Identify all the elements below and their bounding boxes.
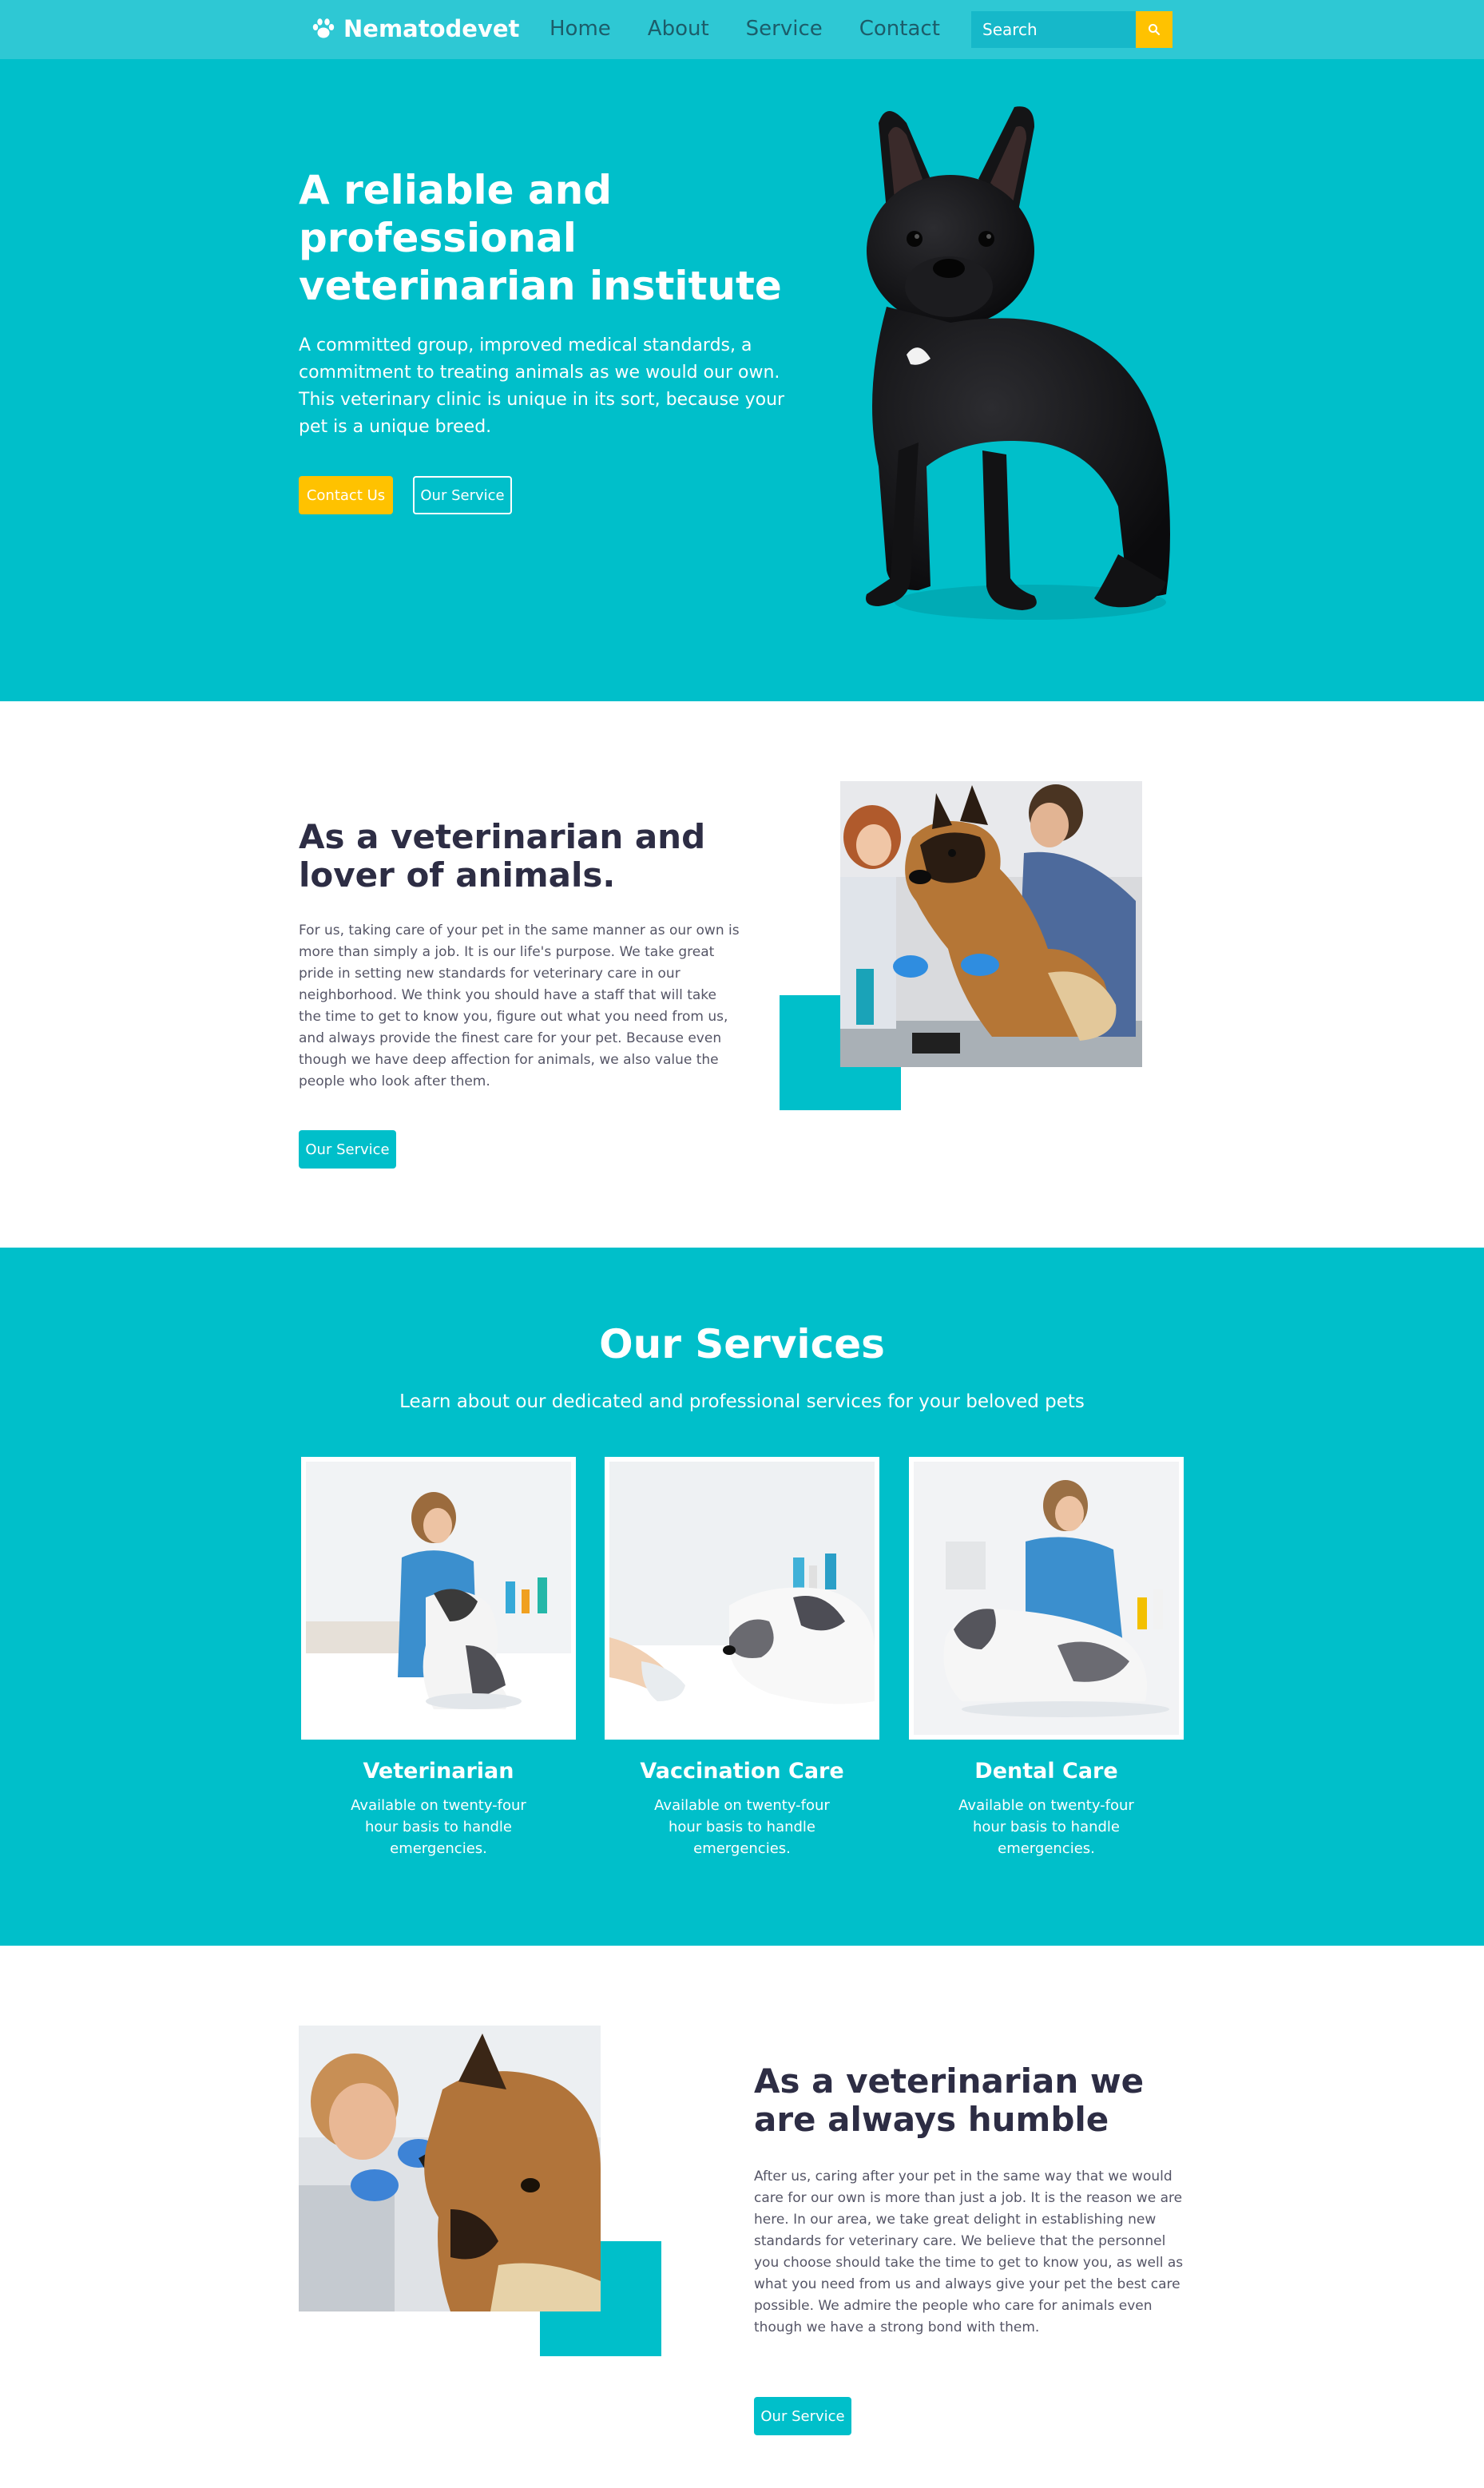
search-bar xyxy=(971,11,1173,48)
search-button[interactable] xyxy=(1136,11,1173,48)
hero-title: A reliable and professional veterinarian… xyxy=(299,167,782,309)
service-card-text: Available on twenty-four hour basis to h… xyxy=(958,1797,1134,1857)
about-description: For us, taking care of your pet in the s… xyxy=(299,923,740,1089)
humble-title: As a veterinarian we are always humble xyxy=(754,2061,1145,2139)
about-title: As a veterinarian and lover of animals. xyxy=(299,817,706,895)
services-subtitle: Learn about our dedicated and profession… xyxy=(399,1391,1085,1412)
hero-description: A committed group, improved medical stan… xyxy=(299,335,785,437)
service-card-image xyxy=(605,1457,879,1740)
humble-our-service-button[interactable]: Our Service xyxy=(754,2397,851,2435)
services-title: Our Services xyxy=(599,1321,885,1367)
service-card-title: Vaccination Care xyxy=(640,1759,844,1784)
service-card-text: Available on twenty-four hour basis to h… xyxy=(654,1797,830,1857)
service-card-image xyxy=(301,1457,576,1740)
brand-name: Nematodevet xyxy=(343,15,520,42)
humble-vet-dog-image xyxy=(299,2026,601,2311)
service-card-title: Dental Care xyxy=(974,1759,1118,1784)
services-section: Our Services Learn about our dedicated a… xyxy=(0,1248,1484,1946)
service-card-image xyxy=(909,1457,1184,1740)
nav-menu: Home About Service Contact xyxy=(550,14,940,43)
humble-description: After us, caring after your pet in the s… xyxy=(754,2169,1184,2335)
hero-dog-image xyxy=(831,91,1182,634)
service-card-veterinarian[interactable]: Veterinarian Available on twenty-four ho… xyxy=(301,1457,576,1859)
hero-our-service-button[interactable]: Our Service xyxy=(413,476,512,514)
contact-us-button[interactable]: Contact Us xyxy=(299,476,393,514)
service-card-vaccination[interactable]: Vaccination Care Available on twenty-fou… xyxy=(605,1457,879,1859)
brand-logo[interactable]: Nematodevet xyxy=(311,11,519,46)
about-vet-dog-image xyxy=(840,781,1142,1067)
about-our-service-button[interactable]: Our Service xyxy=(299,1130,396,1169)
nav-link-home[interactable]: Home xyxy=(550,14,611,43)
nav-link-about[interactable]: About xyxy=(648,14,709,43)
service-card-dental[interactable]: Dental Care Available on twenty-four hou… xyxy=(909,1457,1184,1859)
paw-icon xyxy=(311,17,335,41)
nav-link-contact[interactable]: Contact xyxy=(859,14,940,43)
top-navbar: Nematodevet Home About Service Contact xyxy=(0,0,1484,59)
search-input[interactable] xyxy=(971,11,1136,48)
search-icon xyxy=(1149,24,1161,36)
service-card-title: Veterinarian xyxy=(363,1759,514,1784)
nav-link-service[interactable]: Service xyxy=(746,14,823,43)
service-card-text: Available on twenty-four hour basis to h… xyxy=(351,1797,526,1857)
hero-section: A reliable and professional veterinarian… xyxy=(0,59,1484,701)
